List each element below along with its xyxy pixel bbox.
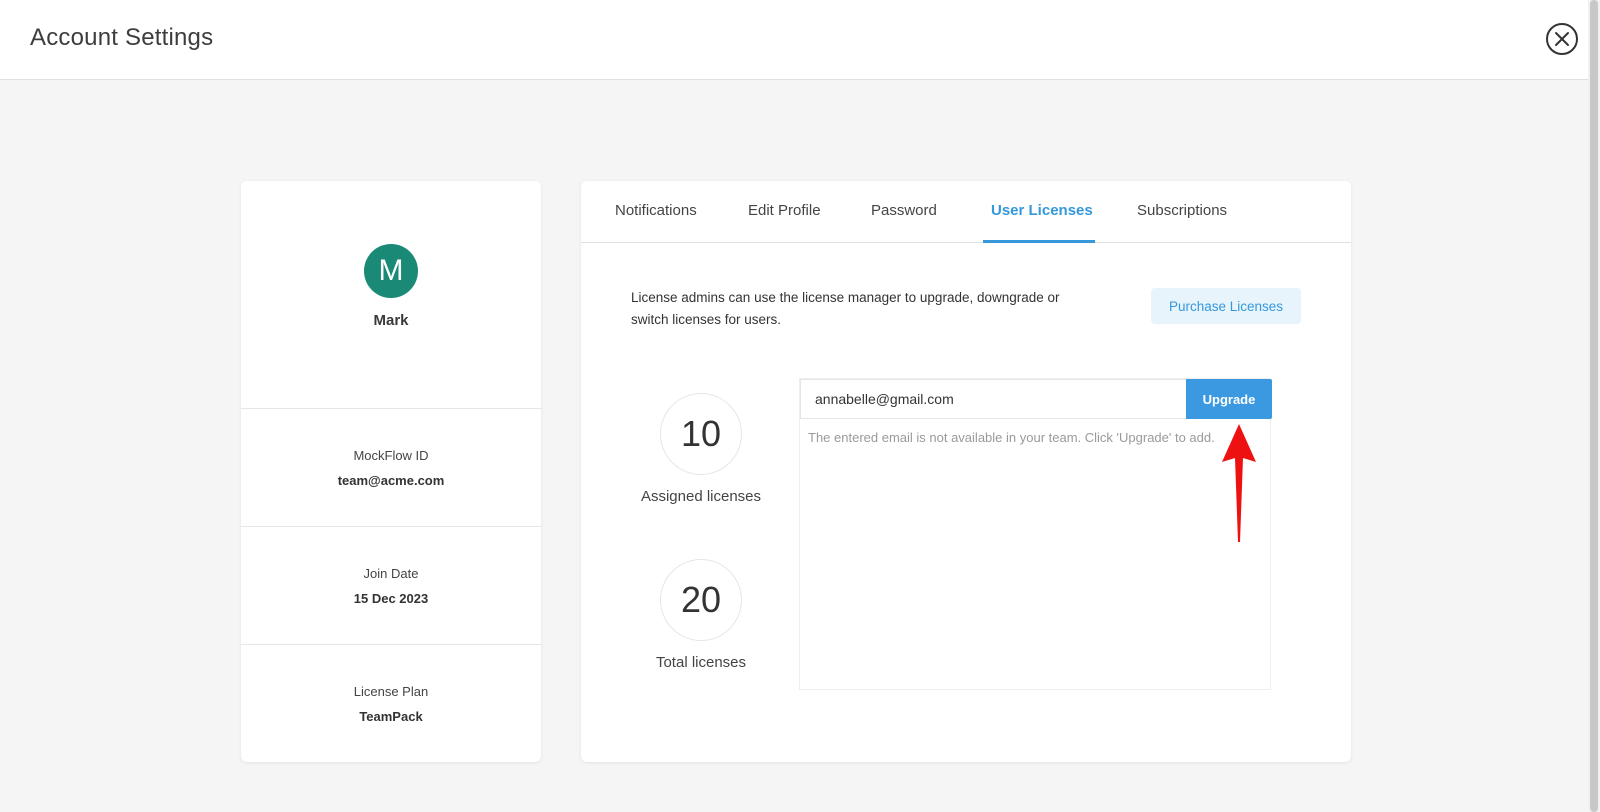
email-hint: The entered email is not available in yo…: [808, 430, 1215, 445]
license-manager-box: Upgrade The entered email is not availab…: [799, 378, 1272, 690]
close-icon: [1555, 32, 1569, 46]
profile-summary: M Mark: [241, 181, 541, 409]
tab-notifications[interactable]: Notifications: [615, 202, 697, 219]
license-plan-block: License Plan TeamPack: [241, 645, 541, 762]
license-plan-label: License Plan: [353, 683, 429, 699]
page-title: Account Settings: [30, 24, 214, 51]
annotation-arrow-icon: [1222, 424, 1256, 542]
total-licenses-label: Total licenses: [655, 654, 747, 671]
scrollbar[interactable]: [1588, 0, 1600, 812]
join-date-label: Join Date: [363, 565, 419, 581]
tab-user-licenses[interactable]: User Licenses: [991, 202, 1093, 219]
email-input[interactable]: [800, 379, 1186, 419]
assigned-licenses-count: 10: [660, 393, 742, 475]
settings-tabs: Notifications Edit Profile Password User…: [581, 181, 1351, 243]
avatar: M: [364, 244, 418, 298]
close-button[interactable]: [1546, 23, 1578, 55]
tab-edit-profile[interactable]: Edit Profile: [748, 202, 821, 219]
join-date-value: 15 Dec 2023: [353, 590, 429, 606]
purchase-licenses-button[interactable]: Purchase Licenses: [1151, 288, 1301, 324]
assigned-licenses-stat: 10 Assigned licenses: [636, 393, 766, 505]
total-licenses-stat: 20 Total licenses: [636, 559, 766, 671]
active-tab-indicator: [983, 240, 1095, 243]
tab-password[interactable]: Password: [871, 202, 937, 219]
assigned-licenses-label: Assigned licenses: [640, 488, 762, 505]
total-licenses-count: 20: [660, 559, 742, 641]
mockflow-id-value: team@acme.com: [337, 472, 445, 488]
license-description: License admins can use the license manag…: [631, 290, 1060, 327]
mockflow-id-block: MockFlow ID team@acme.com: [241, 409, 541, 527]
top-bar: Account Settings: [0, 0, 1600, 80]
upgrade-button[interactable]: Upgrade: [1186, 379, 1272, 419]
license-plan-value: TeamPack: [359, 708, 423, 724]
scrollbar-thumb[interactable]: [1590, 0, 1598, 812]
profile-card: M Mark MockFlow ID team@acme.com Join Da…: [241, 181, 541, 762]
join-date-block: Join Date 15 Dec 2023: [241, 527, 541, 645]
tab-subscriptions[interactable]: Subscriptions: [1137, 202, 1227, 219]
profile-name: Mark: [373, 312, 409, 329]
mockflow-id-label: MockFlow ID: [353, 447, 429, 463]
